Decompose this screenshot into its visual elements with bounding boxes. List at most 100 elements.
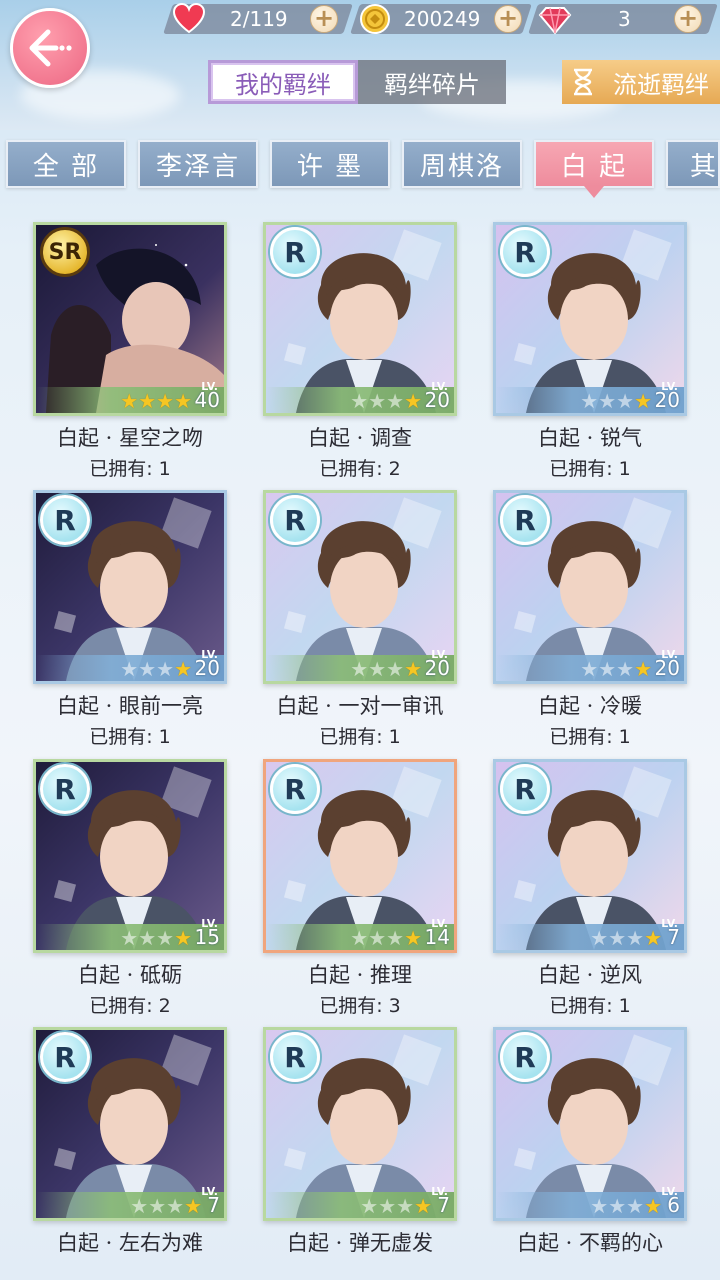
owned-count: 已拥有: 1 xyxy=(549,726,631,748)
filter-all[interactable]: 全 部 xyxy=(6,140,126,188)
star-icon: ★ xyxy=(626,1194,645,1218)
star-icon: ★ xyxy=(148,1194,167,1218)
level-value: 40 xyxy=(194,388,220,412)
star-rating: ★ ★ ★ ★ xyxy=(350,391,422,411)
star-icon: ★ xyxy=(396,1194,415,1218)
bond-card[interactable]: R ★ ★ ★ ★ LV. 7 xyxy=(33,1027,227,1221)
star-icon: ★ xyxy=(368,657,387,681)
star-icon: ★ xyxy=(634,389,652,413)
owned-count: 已拥有: 1 xyxy=(549,458,631,480)
card-name: 白起 · 眼前一亮 xyxy=(56,694,204,718)
bond-card[interactable]: R ★ ★ ★ ★ LV. 7 xyxy=(493,759,687,953)
star-icon: ★ xyxy=(138,389,157,413)
star-rating: ★ ★ ★ ★ xyxy=(580,391,652,411)
star-rating: ★ ★ ★ ★ xyxy=(350,928,422,948)
star-icon: ★ xyxy=(138,926,157,950)
star-icon: ★ xyxy=(634,657,652,681)
star-icon: ★ xyxy=(156,657,175,681)
bond-card[interactable]: R ★ ★ ★ ★ LV. 15 xyxy=(33,759,227,953)
rarity-badge: R xyxy=(500,764,550,814)
card-name: 白起 · 砥砺 xyxy=(77,963,183,987)
star-icon: ★ xyxy=(644,1194,662,1218)
star-rating: ★ ★ ★ ★ xyxy=(580,659,652,679)
rarity-badge: R xyxy=(500,1032,550,1082)
add-gold-button[interactable]: + xyxy=(494,5,522,33)
bond-card[interactable]: R ★ ★ ★ ★ LV. 20 xyxy=(263,222,457,416)
star-icon: ★ xyxy=(120,389,139,413)
star-icon: ★ xyxy=(616,657,635,681)
rarity-badge: R xyxy=(40,495,90,545)
star-icon: ★ xyxy=(120,926,139,950)
card-name: 白起 · 冷暖 xyxy=(537,694,643,718)
star-rating: ★ ★ ★ ★ xyxy=(360,1196,432,1216)
level-value: 7 xyxy=(207,1193,220,1217)
level-value: 20 xyxy=(424,656,450,680)
star-icon: ★ xyxy=(616,389,635,413)
filter-li-zeyan[interactable]: 李泽言 xyxy=(138,140,258,188)
star-icon: ★ xyxy=(156,389,175,413)
back-button[interactable] xyxy=(10,8,90,88)
level-value: 14 xyxy=(424,925,450,949)
heart-icon xyxy=(172,2,206,36)
star-icon: ★ xyxy=(404,926,422,950)
owned-count: 已拥有: 1 xyxy=(89,458,171,480)
star-icon: ★ xyxy=(174,926,192,950)
level-value: 20 xyxy=(654,656,680,680)
star-icon: ★ xyxy=(184,1194,202,1218)
star-icon: ★ xyxy=(350,389,369,413)
star-icon: ★ xyxy=(386,657,405,681)
stamina-value: 2/119 xyxy=(230,7,288,31)
star-icon: ★ xyxy=(414,1194,432,1218)
diamond-value: 3 xyxy=(618,7,631,31)
card-name: 白起 · 弹无虚发 xyxy=(286,1231,434,1255)
bond-card[interactable]: R ★ ★ ★ ★ LV. 20 xyxy=(263,490,457,684)
star-icon: ★ xyxy=(580,389,599,413)
bond-card[interactable]: R ★ ★ ★ ★ LV. 20 xyxy=(493,490,687,684)
tab-lost-bonds-label: 流逝羁绊 xyxy=(613,70,709,99)
star-rating: ★ ★ ★ ★ xyxy=(350,659,422,679)
owned-count: 已拥有: 1 xyxy=(319,726,401,748)
filter-bai-qi[interactable]: 白 起 xyxy=(534,140,654,198)
rarity-badge: SR xyxy=(40,227,90,277)
card-name: 白起 · 一对一审讯 xyxy=(276,694,444,718)
star-icon: ★ xyxy=(120,657,139,681)
bond-card[interactable]: R ★ ★ ★ ★ LV. 14 xyxy=(263,759,457,953)
add-diamond-button[interactable]: + xyxy=(674,5,702,33)
star-rating: ★ ★ ★ ★ xyxy=(130,1196,202,1216)
filter-zhou-qiluo[interactable]: 周棋洛 xyxy=(402,140,522,188)
filter-other[interactable]: 其 xyxy=(666,140,720,188)
owned-count: 已拥有: 2 xyxy=(89,995,171,1017)
tab-bond-fragments[interactable]: 羁绊碎片 xyxy=(358,60,506,104)
owned-count: 已拥有: 2 xyxy=(319,458,401,480)
rarity-badge: R xyxy=(270,227,320,277)
star-icon: ★ xyxy=(350,926,369,950)
level-value: 7 xyxy=(437,1193,450,1217)
bond-card[interactable]: R ★ ★ ★ ★ LV. 7 xyxy=(263,1027,457,1221)
tab-my-bonds[interactable]: 我的羁绊 xyxy=(208,60,358,104)
tab-lost-bonds[interactable]: 流逝羁绊 xyxy=(562,60,720,104)
bond-card[interactable]: R ★ ★ ★ ★ LV. 20 xyxy=(493,222,687,416)
star-icon: ★ xyxy=(644,926,662,950)
star-icon: ★ xyxy=(608,926,627,950)
star-icon: ★ xyxy=(166,1194,185,1218)
star-rating: ★ ★ ★ ★ xyxy=(120,928,192,948)
star-icon: ★ xyxy=(404,389,422,413)
card-name: 白起 · 左右为难 xyxy=(56,1231,204,1255)
star-icon: ★ xyxy=(138,657,157,681)
star-icon: ★ xyxy=(626,926,645,950)
card-name: 白起 · 不羁的心 xyxy=(516,1231,664,1255)
star-icon: ★ xyxy=(386,926,405,950)
add-stamina-button[interactable]: + xyxy=(310,5,338,33)
bond-card[interactable]: SR ★ ★ ★ ★ LV. 40 xyxy=(33,222,227,416)
star-icon: ★ xyxy=(350,657,369,681)
star-icon: ★ xyxy=(580,657,599,681)
level-value: 7 xyxy=(667,925,680,949)
diamond-icon xyxy=(538,2,572,36)
star-icon: ★ xyxy=(404,657,422,681)
star-rating: ★ ★ ★ ★ xyxy=(120,659,192,679)
bond-card[interactable]: R ★ ★ ★ ★ LV. 6 xyxy=(493,1027,687,1221)
filter-xu-mo[interactable]: 许 墨 xyxy=(270,140,390,188)
rarity-badge: R xyxy=(500,495,550,545)
owned-count: 已拥有: 1 xyxy=(89,726,171,748)
bond-card[interactable]: R ★ ★ ★ ★ LV. 20 xyxy=(33,490,227,684)
